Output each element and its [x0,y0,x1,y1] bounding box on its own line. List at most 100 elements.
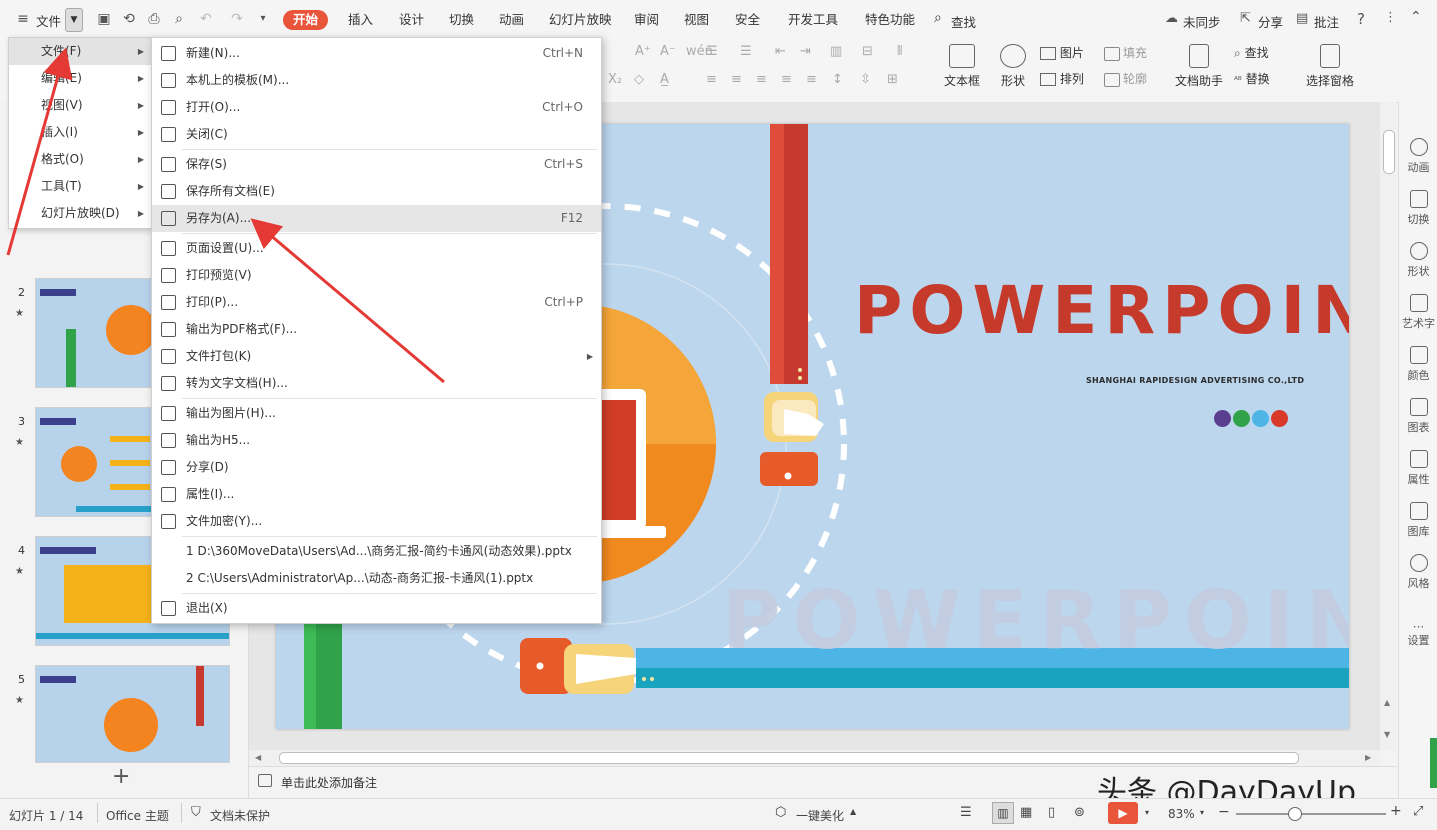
zoom-out-icon[interactable]: − [1218,804,1230,820]
zoom-caret-icon[interactable]: ▾ [1200,808,1204,817]
highlight-icon[interactable]: A̲ [660,72,669,87]
redo-icon[interactable]: ↷ [228,10,246,28]
file-menu-item[interactable]: 打印(P)... Ctrl+P [152,289,601,316]
scroll-right-icon[interactable]: ▶ [1365,753,1371,762]
outline-button[interactable]: 轮廓 [1104,70,1147,88]
comment-button[interactable]: 批注 [1314,12,1339,31]
scroll-down-icon[interactable]: ▼ [1384,730,1390,739]
sidebar-item-gallery[interactable]: 图库 [1399,502,1437,539]
file-menu-item[interactable]: 保存(S) Ctrl+S [152,151,601,178]
main-menu-item-2[interactable]: 编辑(E) ▶ [9,65,152,92]
line-spacing-icon[interactable]: ↕ [832,72,843,87]
file-menu-item[interactable]: 分享(D) [152,454,601,481]
font-grow-icon[interactable]: A⁺ [635,44,651,59]
theme-name[interactable]: Office 主题 [106,807,169,824]
fit-window-icon[interactable]: ⤢ [1413,804,1423,819]
horizontal-scrollbar[interactable]: ◀ ▶ [249,750,1380,766]
distribute-icon[interactable]: ≡ [806,72,817,87]
main-menu-item-6[interactable]: 工具(T) ▶ [9,173,152,200]
side-panel-handle[interactable] [1430,738,1437,788]
help-button[interactable]: ? [1357,10,1365,28]
tab-7[interactable]: 审阅 [628,10,665,30]
slide-title[interactable]: POWERPOINT [854,272,1349,349]
file-menu-item[interactable]: 新建(N)... Ctrl+N [152,40,601,67]
sidebar-item-color[interactable]: 颜色 [1399,346,1437,383]
tab-4[interactable]: 切换 [443,10,480,30]
main-menu-item-5[interactable]: 格式(O) ▶ [9,146,152,173]
text-box-align-icon[interactable]: ⊞ [887,72,898,87]
fill-button[interactable]: 填充 [1104,44,1147,62]
file-menu-item[interactable]: 2 C:\Users\Administrator\Ap...\动态-商务汇报-卡… [152,565,601,592]
zoom-in-icon[interactable]: + [1390,803,1402,819]
file-menu-item[interactable]: 页面设置(U)... [152,235,601,262]
undo-icon[interactable]: ↶ [197,10,215,28]
tab-3[interactable]: 设计 [393,10,430,30]
tab-5[interactable]: 动画 [493,10,530,30]
sorter-view-icon[interactable]: ▦ [1020,805,1032,820]
sidebar-item-transition[interactable]: 切换 [1399,190,1437,227]
align-text-icon[interactable]: ⫴ [897,44,902,59]
reading-view-icon[interactable]: ▯ [1048,805,1055,820]
sidebar-item-wordart[interactable]: 艺术字 [1399,294,1437,331]
file-menu-item[interactable]: 退出(X) [152,595,601,622]
collapse-ribbon-icon[interactable]: ⌃ [1410,9,1422,25]
textbox-button[interactable]: 文本框 [938,44,986,89]
indent-dec-icon[interactable]: ⇤ [775,44,786,59]
file-menu-item[interactable]: 另存为(A)... F12 [152,205,601,232]
subscript-icon[interactable]: X₂ [608,72,622,87]
file-menu-item[interactable]: 文件加密(Y)... [152,508,601,535]
tab-2[interactable]: 插入 [342,10,379,30]
main-menu-item-1[interactable]: 文件(F) ▶ [9,38,152,65]
arrange-button[interactable]: 排列 [1040,70,1084,87]
beautify-button[interactable]: 一键美化 [796,807,844,824]
tab-10[interactable]: 开发工具 [782,10,844,30]
notes-bar[interactable]: 单击此处添加备注 头条 @DayDayUp [249,766,1397,810]
horizontal-scroll-thumb[interactable] [279,752,1299,764]
file-menu-item[interactable]: 1 D:\360MoveData\Users\Ad...\商务汇报-简约卡通风(… [152,538,601,565]
doc-assistant-button[interactable]: 文档助手 [1172,44,1226,89]
format-painter-icon[interactable]: ⟲ [120,10,138,28]
sidebar-item-style[interactable]: 风格 [1399,554,1437,591]
hamburger-icon[interactable]: ≡ [14,10,32,28]
paragraph-icon[interactable]: ⇳ [860,72,871,87]
picture-button[interactable]: 图片 [1040,44,1084,61]
find-button[interactable]: ⌕ 查找 [1234,44,1269,61]
main-menu-item-4[interactable]: 插入(I) ▶ [9,119,152,146]
slide-subtitle[interactable]: SHANGHAI RAPIDESIGN ADVERTISING CO.,LTD [1086,376,1304,385]
align-right-icon[interactable]: ≡ [756,72,767,87]
print-icon[interactable]: ⎙ [145,10,163,28]
print-preview-icon[interactable]: ⌕ [170,10,188,28]
tab-9[interactable]: 安全 [729,10,766,30]
text-direction-icon[interactable]: ⊟ [862,44,873,59]
notes-placeholder[interactable]: 单击此处添加备注 [281,774,377,791]
sidebar-item-animation[interactable]: 动画 [1399,138,1437,175]
chevron-down-icon[interactable]: ▼ [65,8,83,32]
numbered-list-icon[interactable]: ☰ [740,44,752,59]
sidebar-item-settings[interactable]: ··· 设置 [1399,621,1437,648]
file-menu-item[interactable]: 保存所有文档(E) [152,178,601,205]
play-caret-icon[interactable]: ▾ [1145,808,1149,817]
file-menu-item[interactable]: 转为文字文档(H)... [152,370,601,397]
main-menu-item-7[interactable]: 幻灯片放映(D) ▶ [9,200,152,227]
indent-inc-icon[interactable]: ⇥ [800,44,811,59]
customize-icon[interactable]: ▾ [254,10,272,28]
eraser-icon[interactable]: ◇ [634,72,644,87]
replace-button[interactable]: ᴬᴮ 替换 [1234,70,1270,87]
sidebar-item-shape[interactable]: 形状 [1399,242,1437,279]
sync-status[interactable]: 未同步 [1183,12,1221,31]
zoom-level[interactable]: 83% [1168,807,1195,821]
vertical-scrollbar[interactable]: ▲ ▼ [1380,102,1396,750]
font-shrink-icon[interactable]: A⁻ [660,44,676,59]
file-menu-item[interactable]: 输出为PDF格式(F)... [152,316,601,343]
normal-view-icon[interactable]: ▥ [992,802,1014,824]
tab-6[interactable]: 幻灯片放映 [543,10,618,30]
file-menu-item[interactable]: 文件打包(K) ▶ [152,343,601,370]
file-menu-item[interactable]: 输出为图片(H)... [152,400,601,427]
zoom-slider-handle[interactable] [1288,807,1302,821]
slide-thumbnail-5[interactable] [35,665,230,763]
columns-icon[interactable]: ▥ [830,44,842,59]
broadcast-icon[interactable]: ⊚ [1074,805,1085,820]
notes-toggle-icon[interactable]: ☰ [960,805,972,820]
tab-1[interactable]: 开始 [283,10,329,30]
share-button[interactable]: 分享 [1258,12,1283,31]
